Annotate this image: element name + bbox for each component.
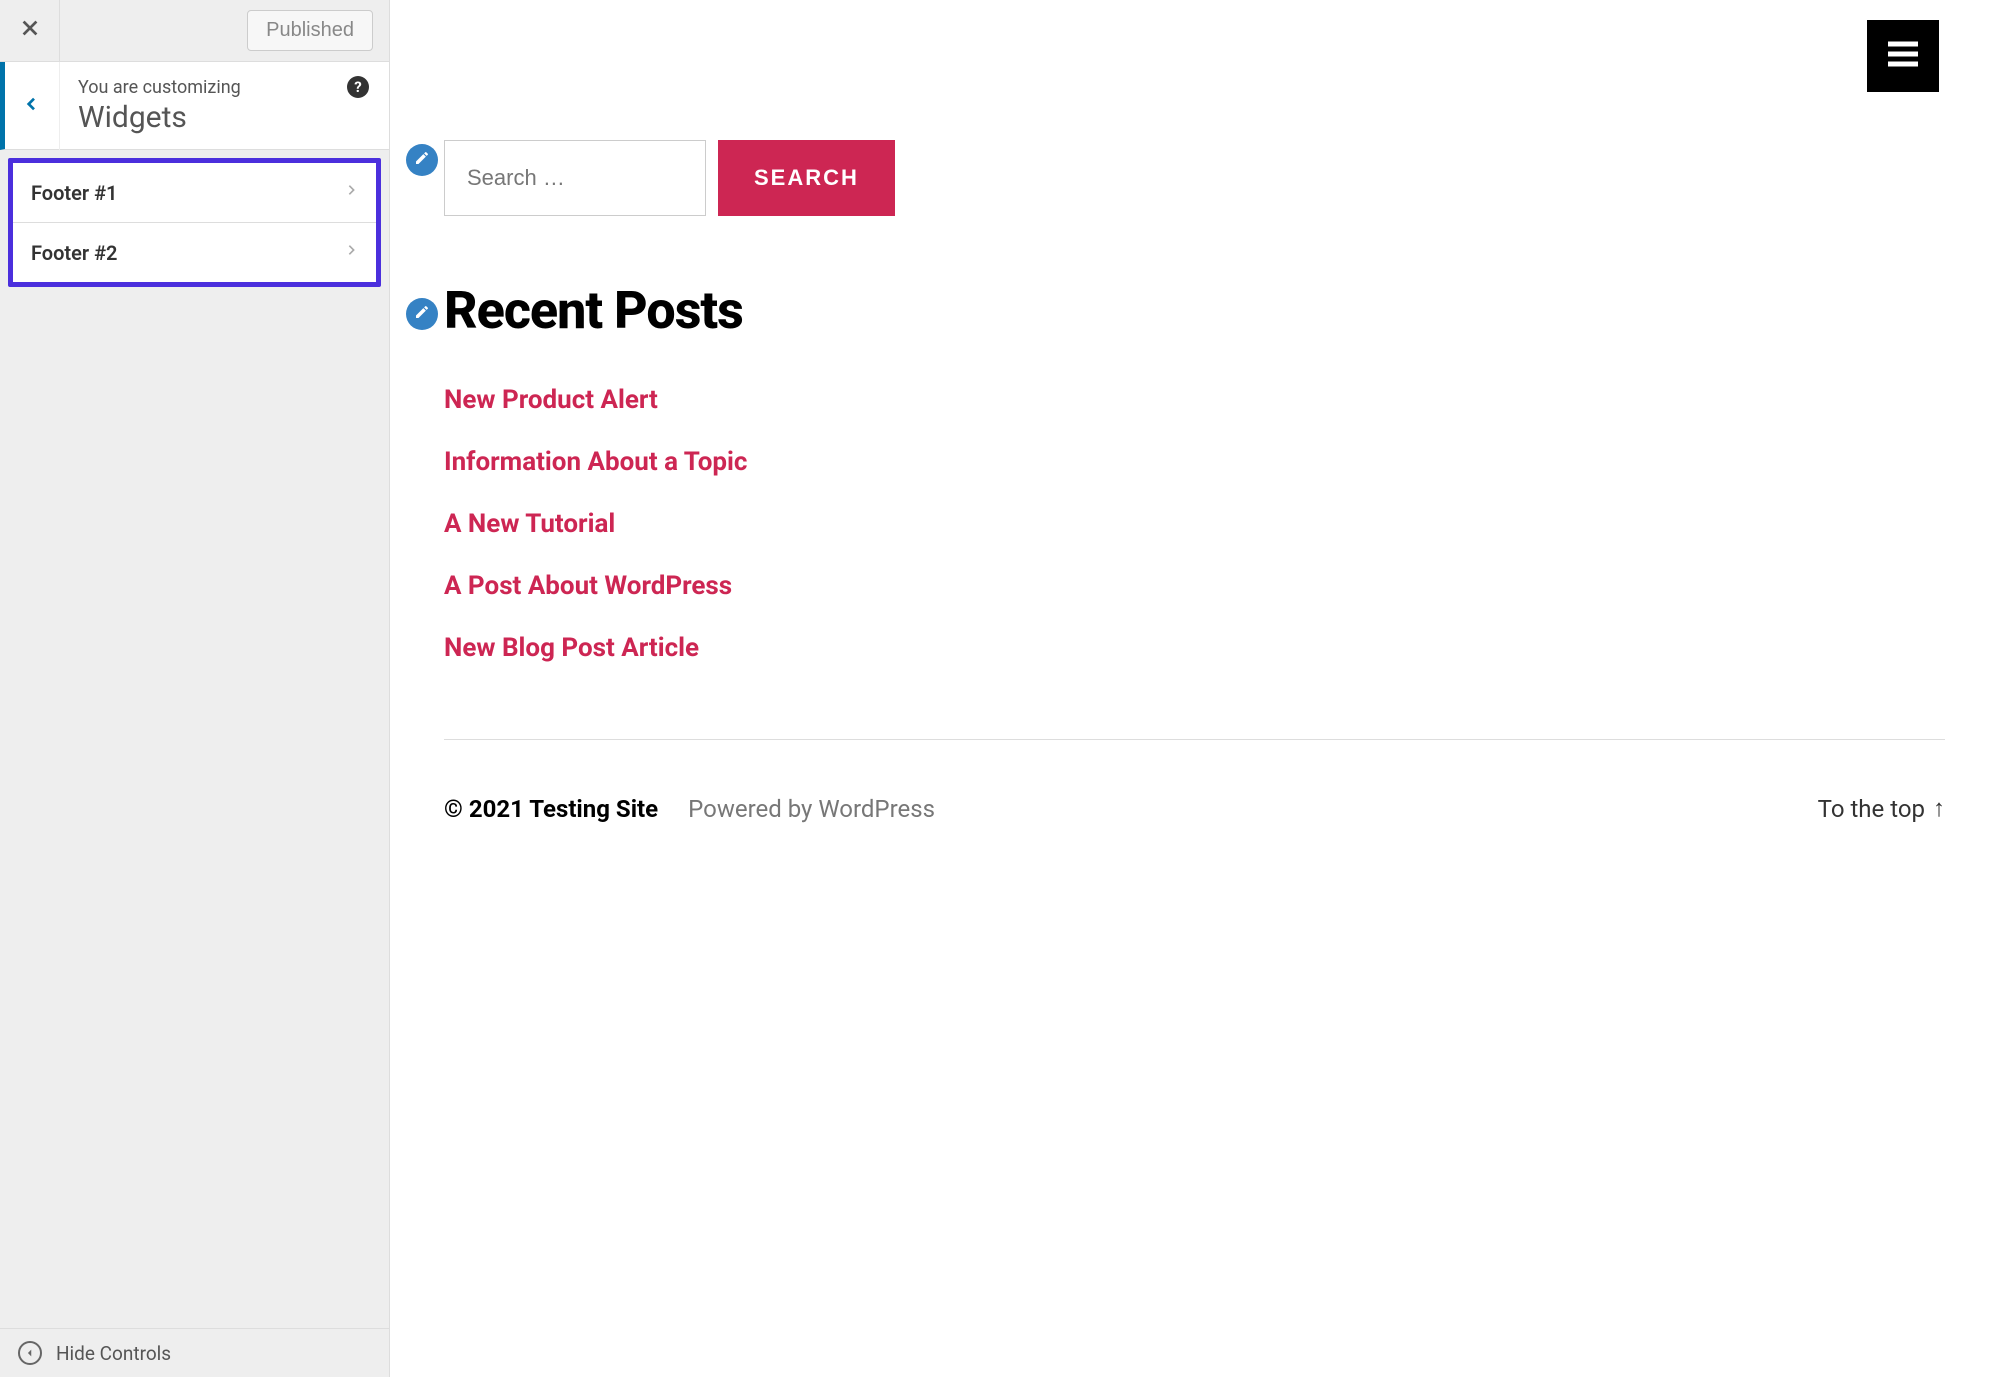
recent-posts-list: New Product Alert Information About a To…	[444, 385, 1945, 663]
panel-title: Widgets	[78, 100, 389, 135]
preview-pane: SEARCH Recent Posts New Product Alert In…	[390, 0, 1999, 1377]
widget-areas-highlight: Footer #1 Footer #2	[8, 158, 381, 287]
chevron-right-icon	[345, 179, 358, 206]
panel-titles: You are customizing Widgets	[60, 77, 389, 135]
chevron-left-icon	[24, 92, 40, 120]
search-button[interactable]: SEARCH	[718, 140, 895, 216]
pencil-icon	[414, 150, 430, 170]
pencil-icon	[414, 304, 430, 324]
post-link[interactable]: New Blog Post Article	[444, 633, 1945, 663]
close-customizer-button[interactable]	[0, 0, 60, 62]
edit-shortcut-recent[interactable]	[406, 298, 438, 330]
collapse-icon	[18, 1341, 42, 1365]
customizer-sidebar: Published You are customizing Widgets ? …	[0, 0, 390, 1377]
to-top-link[interactable]: To the top ↑	[1818, 794, 1945, 823]
recent-posts-heading: Recent Posts	[444, 280, 1945, 341]
section-item-footer-1[interactable]: Footer #1	[13, 163, 376, 222]
powered-by-link[interactable]: Powered by WordPress	[688, 795, 935, 823]
footer-divider	[444, 739, 1945, 740]
section-label: Footer #1	[31, 181, 117, 205]
post-link[interactable]: A New Tutorial	[444, 509, 1945, 539]
publish-wrap: Published	[60, 10, 389, 51]
panel-header: You are customizing Widgets ?	[0, 62, 389, 150]
hide-controls-label: Hide Controls	[56, 1342, 171, 1365]
post-link[interactable]: New Product Alert	[444, 385, 1945, 415]
edit-shortcut-search[interactable]	[406, 144, 438, 176]
section-label: Footer #2	[31, 241, 117, 265]
menu-toggle-button[interactable]	[1867, 20, 1939, 92]
publish-button[interactable]: Published	[247, 10, 373, 51]
chevron-right-icon	[345, 239, 358, 266]
arrow-up-icon: ↑	[1933, 794, 1945, 823]
hamburger-icon	[1883, 34, 1923, 78]
copyright-text: © 2021 Testing Site	[444, 795, 658, 823]
recent-posts-widget: Recent Posts New Product Alert Informati…	[444, 280, 1945, 663]
site-footer: © 2021 Testing Site Powered by WordPress…	[444, 794, 1945, 883]
search-widget: SEARCH	[444, 140, 1945, 216]
back-button[interactable]	[5, 62, 60, 150]
hide-controls-button[interactable]: Hide Controls	[0, 1328, 389, 1377]
sidebar-top-bar: Published	[0, 0, 389, 62]
post-link[interactable]: Information About a Topic	[444, 447, 1945, 477]
to-top-label: To the top	[1818, 795, 1925, 823]
close-icon	[19, 17, 41, 45]
help-icon[interactable]: ?	[347, 76, 369, 98]
post-link[interactable]: A Post About WordPress	[444, 571, 1945, 601]
section-item-footer-2[interactable]: Footer #2	[13, 222, 376, 282]
search-input[interactable]	[444, 140, 706, 216]
panel-subheading: You are customizing	[78, 77, 389, 98]
